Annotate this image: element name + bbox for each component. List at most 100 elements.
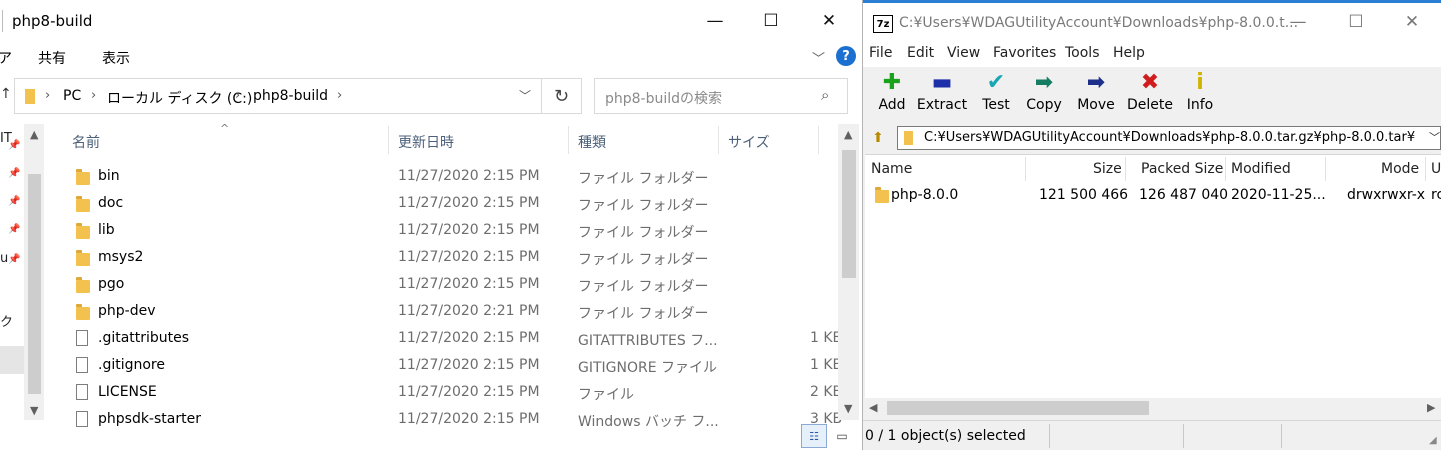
chevron-down-icon[interactable]: ﹀ — [812, 48, 825, 67]
scroll-left-icon[interactable]: ◀ — [869, 401, 877, 414]
column-header-type[interactable]: 種類 — [578, 132, 606, 164]
column-header-packed-size[interactable]: Packed Size — [1141, 161, 1223, 189]
horizontal-scrollbar[interactable]: ◀ ▶ — [865, 398, 1441, 418]
menu-help[interactable]: Help — [1113, 45, 1145, 61]
file-icon — [76, 357, 88, 373]
column-divider[interactable] — [1425, 157, 1426, 181]
column-divider[interactable] — [818, 126, 819, 154]
row-name: .gitattributes — [98, 330, 190, 346]
nav-scrollbar-thumb[interactable] — [28, 174, 41, 394]
breadcrumb-local-disk[interactable]: ローカル ディスク (C:) — [107, 88, 252, 108]
details-view-button[interactable]: ☷ — [801, 424, 827, 448]
column-header-size[interactable]: サイズ — [728, 132, 770, 164]
tab-file-fragment[interactable]: ア — [0, 48, 12, 68]
column-header-size[interactable]: Size — [1093, 161, 1122, 189]
7zip-logo-icon: 7z — [873, 15, 893, 33]
chevron-down-icon[interactable]: ﹀ — [519, 87, 531, 104]
details-view-icon: ☷ — [809, 429, 819, 443]
toolbar-label: Info — [1186, 97, 1214, 113]
table-row[interactable]: .gitignore 11/27/2020 2:15 PM GITIGNORE ファ… — [62, 353, 842, 380]
column-divider[interactable] — [1325, 157, 1326, 181]
column-divider[interactable] — [718, 126, 719, 154]
table-row[interactable]: bin 11/27/2020 2:15 PM ファイル フォルダー — [62, 164, 832, 191]
address-bar[interactable]: › PC › ローカル ディスク (C:) › php8-build › ﹀ — [14, 78, 542, 114]
column-divider[interactable] — [568, 126, 569, 154]
menu-favorites[interactable]: Favorites — [993, 45, 1056, 61]
horizontal-scrollbar-thumb[interactable] — [887, 401, 1149, 415]
search-input[interactable]: php8-buildの検索 ⌕ — [594, 78, 848, 114]
scroll-right-icon[interactable]: ▶ — [1427, 401, 1435, 414]
column-header-name[interactable]: 名前 — [72, 132, 100, 164]
column-divider[interactable] — [1225, 157, 1226, 181]
table-row[interactable]: php-dev 11/27/2020 2:21 PM ファイル フォルダー — [62, 299, 832, 326]
extract-button[interactable]: ▬ Extract — [913, 69, 971, 121]
archive-file-list: Name Size Packed Size Modified Mode U ph… — [865, 154, 1441, 398]
table-row[interactable]: LICENSE 11/27/2020 2:15 PM ファイル 2 KB — [62, 380, 842, 407]
breadcrumb-pc[interactable]: PC — [63, 88, 81, 104]
close-button[interactable]: ✕ — [806, 0, 852, 42]
column-header-name[interactable]: Name — [871, 161, 912, 189]
up-arrow-icon[interactable]: ↑ — [0, 86, 12, 102]
search-icon[interactable]: ⌕ — [821, 86, 829, 104]
chevron-right-icon[interactable]: › — [45, 88, 50, 103]
row-type: ファイル フォルダー — [578, 225, 709, 241]
explorer-titlebar[interactable]: php8-build — ☐ ✕ — [0, 0, 862, 42]
tab-view[interactable]: 表示 — [102, 48, 130, 68]
nav-selected-item[interactable] — [0, 346, 24, 374]
table-row[interactable]: phpsdk-starter 11/27/2020 2:15 PM Windows … — [62, 407, 842, 434]
menu-tools[interactable]: Tools — [1065, 45, 1100, 61]
column-divider[interactable] — [388, 126, 389, 154]
chevron-right-icon[interactable]: › — [337, 88, 342, 103]
row-name: LICENSE — [98, 384, 157, 400]
chevron-down-icon[interactable]: ﹀ — [1429, 129, 1440, 145]
folder-icon — [76, 196, 90, 212]
chevron-right-icon[interactable]: › — [91, 88, 96, 103]
pin-icon: 📌 — [8, 224, 21, 235]
column-header-modified[interactable]: Modified — [1231, 161, 1291, 189]
column-header-user[interactable]: U — [1431, 161, 1441, 189]
column-divider[interactable] — [1125, 157, 1126, 181]
resize-grip-icon[interactable]: ◢ — [1429, 435, 1437, 446]
move-button[interactable]: ➡ Move — [1067, 69, 1125, 121]
sevenzip-titlebar[interactable]: 7z C:¥Users¥WDAGUtilityAccount¥Downloads… — [863, 3, 1441, 41]
row-modified: 11/27/2020 2:15 PM — [398, 249, 540, 265]
menu-view[interactable]: View — [947, 45, 980, 61]
menu-file[interactable]: File — [869, 45, 892, 61]
chevron-right-icon[interactable]: › — [235, 88, 240, 103]
minimize-button[interactable]: — — [692, 0, 738, 42]
scroll-up-icon[interactable]: ▲ — [844, 128, 852, 141]
scroll-up-icon[interactable]: ▲ — [30, 128, 38, 141]
minimize-button[interactable]: — — [1275, 3, 1321, 41]
table-row[interactable]: .gitattributes 11/27/2020 2:15 PM GITATTRI… — [62, 326, 842, 353]
menu-edit[interactable]: Edit — [907, 45, 934, 61]
copy-button[interactable]: ➡ Copy — [1015, 69, 1073, 121]
nav-item-fragment[interactable]: u — [0, 251, 8, 266]
scroll-down-icon[interactable]: ▼ — [30, 404, 38, 417]
scroll-down-icon[interactable]: ▼ — [844, 402, 852, 415]
column-header-mode[interactable]: Mode — [1381, 161, 1419, 189]
info-button[interactable]: i Info — [1171, 69, 1229, 121]
table-row[interactable]: pgo 11/27/2020 2:15 PM ファイル フォルダー — [62, 272, 832, 299]
file-list-scrollbar-thumb[interactable] — [842, 150, 856, 278]
table-row[interactable]: lib 11/27/2020 2:15 PM ファイル フォルダー — [62, 218, 832, 245]
large-icons-view-button[interactable]: ▭ — [830, 424, 854, 448]
file-icon — [76, 384, 88, 400]
up-folder-button[interactable]: ⬆ — [867, 127, 889, 149]
pin-icon: 📌 — [8, 168, 21, 179]
help-icon[interactable]: ? — [836, 46, 856, 66]
maximize-button[interactable]: ☐ — [748, 0, 794, 42]
path-combobox[interactable]: C:¥Users¥WDAGUtilityAccount¥Downloads¥ph… — [897, 126, 1441, 150]
close-button[interactable]: ✕ — [1389, 3, 1435, 41]
refresh-button[interactable]: ↻ — [542, 78, 582, 114]
tab-share[interactable]: 共有 — [38, 48, 66, 68]
nav-item-fragment[interactable]: ク — [0, 311, 13, 330]
column-header-modified[interactable]: 更新日時 — [398, 132, 454, 164]
column-divider[interactable] — [1025, 157, 1026, 181]
table-row[interactable]: msys2 11/27/2020 2:15 PM ファイル フォルダー — [62, 245, 832, 272]
row-type: GITATTRIBUTES フ... — [578, 333, 718, 349]
maximize-button[interactable]: ☐ — [1333, 3, 1379, 41]
row-type: ファイル フォルダー — [578, 171, 709, 187]
breadcrumb-php8-build[interactable]: php8-build — [253, 88, 328, 104]
path-text: C:¥Users¥WDAGUtilityAccount¥Downloads¥ph… — [924, 130, 1416, 145]
table-row[interactable]: doc 11/27/2020 2:15 PM ファイル フォルダー — [62, 191, 832, 218]
